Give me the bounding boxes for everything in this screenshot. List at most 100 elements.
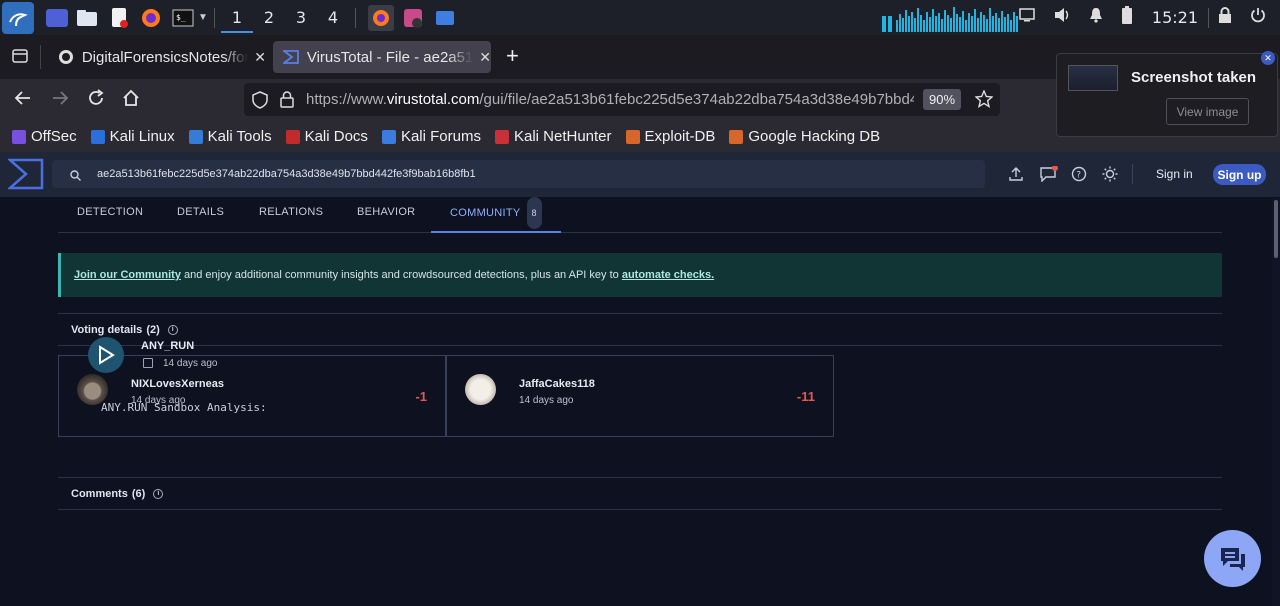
workspace-1[interactable]: 1 bbox=[220, 8, 253, 33]
reload-icon[interactable] bbox=[87, 89, 105, 112]
screenshot-thumbnail bbox=[1068, 65, 1118, 91]
tab-overview-icon[interactable] bbox=[12, 49, 28, 68]
kali-menu-icon[interactable] bbox=[2, 1, 34, 34]
text-editor-icon[interactable] bbox=[106, 5, 132, 31]
anyrun-avatar[interactable] bbox=[88, 337, 124, 373]
bookmark-label: OffSec bbox=[31, 128, 77, 145]
volume-icon[interactable] bbox=[1053, 7, 1071, 28]
shield-icon[interactable] bbox=[252, 91, 268, 114]
voter-name[interactable]: JaffaCakes118 bbox=[519, 378, 595, 390]
notification-bell-icon[interactable] bbox=[1089, 7, 1103, 28]
back-arrow-icon[interactable] bbox=[14, 89, 32, 112]
close-icon[interactable]: ✕ bbox=[254, 49, 266, 66]
firefox-icon[interactable] bbox=[138, 5, 164, 31]
tab-relations[interactable]: RELATIONS bbox=[259, 197, 323, 233]
kali-forums-icon bbox=[381, 129, 396, 144]
lock-icon[interactable] bbox=[1218, 7, 1232, 28]
tab-details[interactable]: DETAILS bbox=[177, 197, 224, 233]
close-icon[interactable]: ✕ bbox=[479, 49, 491, 66]
file-manager-icon[interactable] bbox=[74, 5, 100, 31]
bookmark-kali-nethunter[interactable]: Kali NetHunter bbox=[494, 128, 612, 145]
bookmark-kali-docs[interactable]: Kali Docs bbox=[285, 128, 368, 145]
forward-arrow-icon[interactable] bbox=[51, 89, 69, 112]
screenshot-app-icon[interactable] bbox=[400, 5, 426, 31]
tab-behavior[interactable]: BEHAVIOR bbox=[357, 197, 415, 233]
desktop-icon[interactable] bbox=[46, 8, 68, 27]
bookmark-exploit-db[interactable]: Exploit-DB bbox=[625, 128, 716, 145]
bookmark-kali-tools[interactable]: Kali Tools bbox=[188, 128, 272, 145]
theme-toggle-icon[interactable] bbox=[1102, 166, 1118, 185]
upload-icon[interactable] bbox=[1008, 166, 1024, 185]
section-title: Voting details bbox=[71, 323, 143, 336]
vote-count: (2) bbox=[146, 323, 160, 336]
vote-card: JaffaCakes118 14 days ago -11 bbox=[446, 355, 834, 437]
scrollbar-thumb[interactable] bbox=[1274, 200, 1278, 258]
sign-in-link[interactable]: Sign in bbox=[1156, 167, 1193, 181]
kali-tools-icon bbox=[188, 129, 203, 144]
virustotal-logo-icon[interactable] bbox=[6, 157, 44, 196]
vote-score: -11 bbox=[796, 389, 815, 404]
comments-header: Comments (6) i bbox=[58, 477, 1222, 510]
bookmark-kali-linux[interactable]: Kali Linux bbox=[90, 128, 175, 145]
join-community-link[interactable]: Join our Community bbox=[74, 269, 181, 281]
automate-checks-link[interactable]: automate checks. bbox=[622, 269, 714, 281]
divider bbox=[40, 45, 41, 69]
tab-title: DigitalForensicsNotes/for bbox=[81, 48, 249, 66]
tab-community[interactable]: COMMUNITY 8 bbox=[431, 197, 561, 233]
search-input[interactable]: ae2a513b61febc225d5e374ab22dba754a3d38e4… bbox=[52, 160, 985, 188]
workspace-3[interactable]: 3 bbox=[285, 8, 317, 27]
home-icon[interactable] bbox=[122, 89, 140, 112]
window-icon[interactable] bbox=[432, 5, 458, 31]
chat-button[interactable] bbox=[1204, 530, 1261, 587]
exploit-db-icon bbox=[625, 129, 640, 144]
tab-detection[interactable]: DETECTION bbox=[77, 197, 143, 233]
power-icon[interactable] bbox=[1250, 7, 1266, 28]
bookmark-offsec[interactable]: OffSec bbox=[12, 128, 77, 145]
help-icon[interactable]: ? bbox=[1071, 166, 1087, 185]
nethunter-icon bbox=[494, 129, 509, 144]
system-tray: 15:21 bbox=[1010, 0, 1280, 35]
display-icon[interactable] bbox=[1019, 8, 1035, 27]
url-text: https://www.virustotal.com/gui/file/ae2a… bbox=[306, 91, 914, 108]
workspace-2[interactable]: 2 bbox=[253, 8, 285, 27]
url-path: /gui/file/ae2a513b61febc225d5e374ab22dba… bbox=[479, 91, 914, 108]
workspace-4[interactable]: 4 bbox=[317, 8, 349, 27]
scrollbar-track[interactable] bbox=[1272, 198, 1280, 606]
avatar[interactable] bbox=[465, 374, 496, 405]
lock-icon[interactable] bbox=[280, 91, 294, 113]
tab-virustotal[interactable]: VirusTotal - File - ae2a513 ✕ bbox=[273, 41, 491, 73]
close-icon[interactable]: ✕ bbox=[1261, 51, 1275, 65]
firefox-window-icon[interactable] bbox=[367, 4, 394, 31]
battery-icon[interactable] bbox=[1121, 5, 1133, 30]
vote-score: -1 bbox=[415, 389, 427, 404]
offsec-icon bbox=[12, 129, 26, 144]
calendar-icon bbox=[143, 358, 153, 368]
bookmark-label: Exploit-DB bbox=[644, 128, 716, 145]
comment-author[interactable]: ANY_RUN bbox=[141, 340, 194, 352]
notification-title: Screenshot taken bbox=[1131, 69, 1257, 86]
bookmark-label: Kali NetHunter bbox=[513, 128, 612, 145]
clock[interactable]: 15:21 bbox=[1152, 8, 1198, 27]
tab-github[interactable]: DigitalForensicsNotes/for ✕ bbox=[48, 41, 266, 73]
terminal-icon[interactable]: $_ bbox=[170, 5, 196, 31]
bookmark-label: Kali Tools bbox=[207, 128, 272, 145]
view-image-button[interactable]: View image bbox=[1166, 98, 1249, 125]
search-icon bbox=[70, 168, 81, 186]
bookmark-google-hacking-db[interactable]: Google Hacking DB bbox=[729, 128, 880, 145]
new-tab-button[interactable]: + bbox=[506, 45, 519, 67]
zoom-level[interactable]: 90% bbox=[923, 89, 962, 110]
url-bar[interactable]: https://www.virustotal.com/gui/file/ae2a… bbox=[244, 83, 1000, 116]
voter-name[interactable]: NIXLovesXerneas bbox=[131, 378, 224, 390]
info-icon[interactable]: i bbox=[153, 488, 164, 499]
screenshot-notification[interactable]: Screenshot taken View image bbox=[1056, 53, 1278, 137]
bookmark-star-icon[interactable] bbox=[974, 89, 994, 113]
info-icon[interactable]: i bbox=[167, 324, 178, 335]
sign-up-button[interactable]: Sign up bbox=[1213, 164, 1266, 185]
bookmark-kali-forums[interactable]: Kali Forums bbox=[381, 128, 481, 145]
chevron-down-icon[interactable]: ▼ bbox=[198, 12, 208, 23]
search-query: ae2a513b61febc225d5e374ab22dba754a3d38e4… bbox=[97, 168, 476, 180]
voting-details-header: Voting details (2) i bbox=[58, 313, 1222, 346]
svg-text:$_: $_ bbox=[176, 13, 186, 22]
feedback-icon[interactable] bbox=[1040, 165, 1058, 185]
kali-docs-icon bbox=[285, 129, 300, 144]
